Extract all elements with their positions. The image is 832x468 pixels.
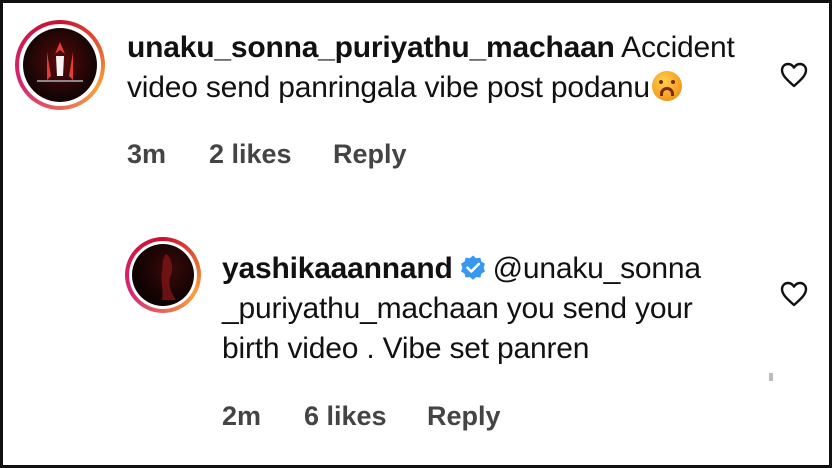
avatar[interactable] bbox=[125, 237, 201, 313]
comment-meta: 3m 2 likes Reply bbox=[127, 139, 527, 173]
timestamp: 3m bbox=[127, 139, 167, 169]
avatar-image bbox=[23, 28, 97, 102]
reply-text-line2: _puriyathu_machaan you send your bbox=[222, 292, 693, 325]
reply-meta: 2m 6 likes Reply bbox=[222, 401, 622, 435]
scrollbar-fragment bbox=[769, 373, 773, 381]
heart-icon[interactable] bbox=[780, 62, 808, 88]
avatar-image bbox=[132, 244, 194, 306]
heart-icon[interactable] bbox=[780, 281, 808, 307]
person-silhouette-icon bbox=[161, 254, 176, 300]
reply-body: yashikaaannand @unaku_sonna _puriyathu_m… bbox=[222, 249, 782, 369]
likes-count[interactable]: 2 likes bbox=[209, 139, 292, 170]
username[interactable]: unaku_sonna_puriyathu_machaan bbox=[127, 31, 615, 64]
timestamp: 2m bbox=[222, 401, 262, 431]
crying-angry-face-emoji-icon bbox=[651, 71, 682, 101]
comment-text-line2: video send panringala vibe post podanu bbox=[127, 71, 650, 104]
comment-text-line1: Accident bbox=[621, 31, 735, 64]
reply-comment-item: yashikaaannand @unaku_sonna _puriyathu_m… bbox=[3, 223, 832, 463]
mention-link[interactable]: @unaku_sonna bbox=[493, 252, 701, 285]
likes-count[interactable]: 6 likes bbox=[304, 401, 387, 432]
username[interactable]: yashikaaannand bbox=[222, 252, 453, 285]
avatar[interactable] bbox=[15, 20, 105, 110]
comment-item: unaku_sonna_puriyathu_machaan Accident v… bbox=[3, 3, 832, 203]
reply-button[interactable]: Reply bbox=[333, 139, 407, 170]
reply-text-line3: birth video . Vibe set panren bbox=[222, 332, 590, 365]
logo-graphic-icon bbox=[37, 42, 83, 82]
reply-button[interactable]: Reply bbox=[427, 401, 501, 432]
verified-badge-icon bbox=[460, 255, 485, 280]
comment-body: unaku_sonna_puriyathu_machaan Accident v… bbox=[127, 28, 767, 108]
comments-screenshot: unaku_sonna_puriyathu_machaan Accident v… bbox=[0, 0, 832, 468]
